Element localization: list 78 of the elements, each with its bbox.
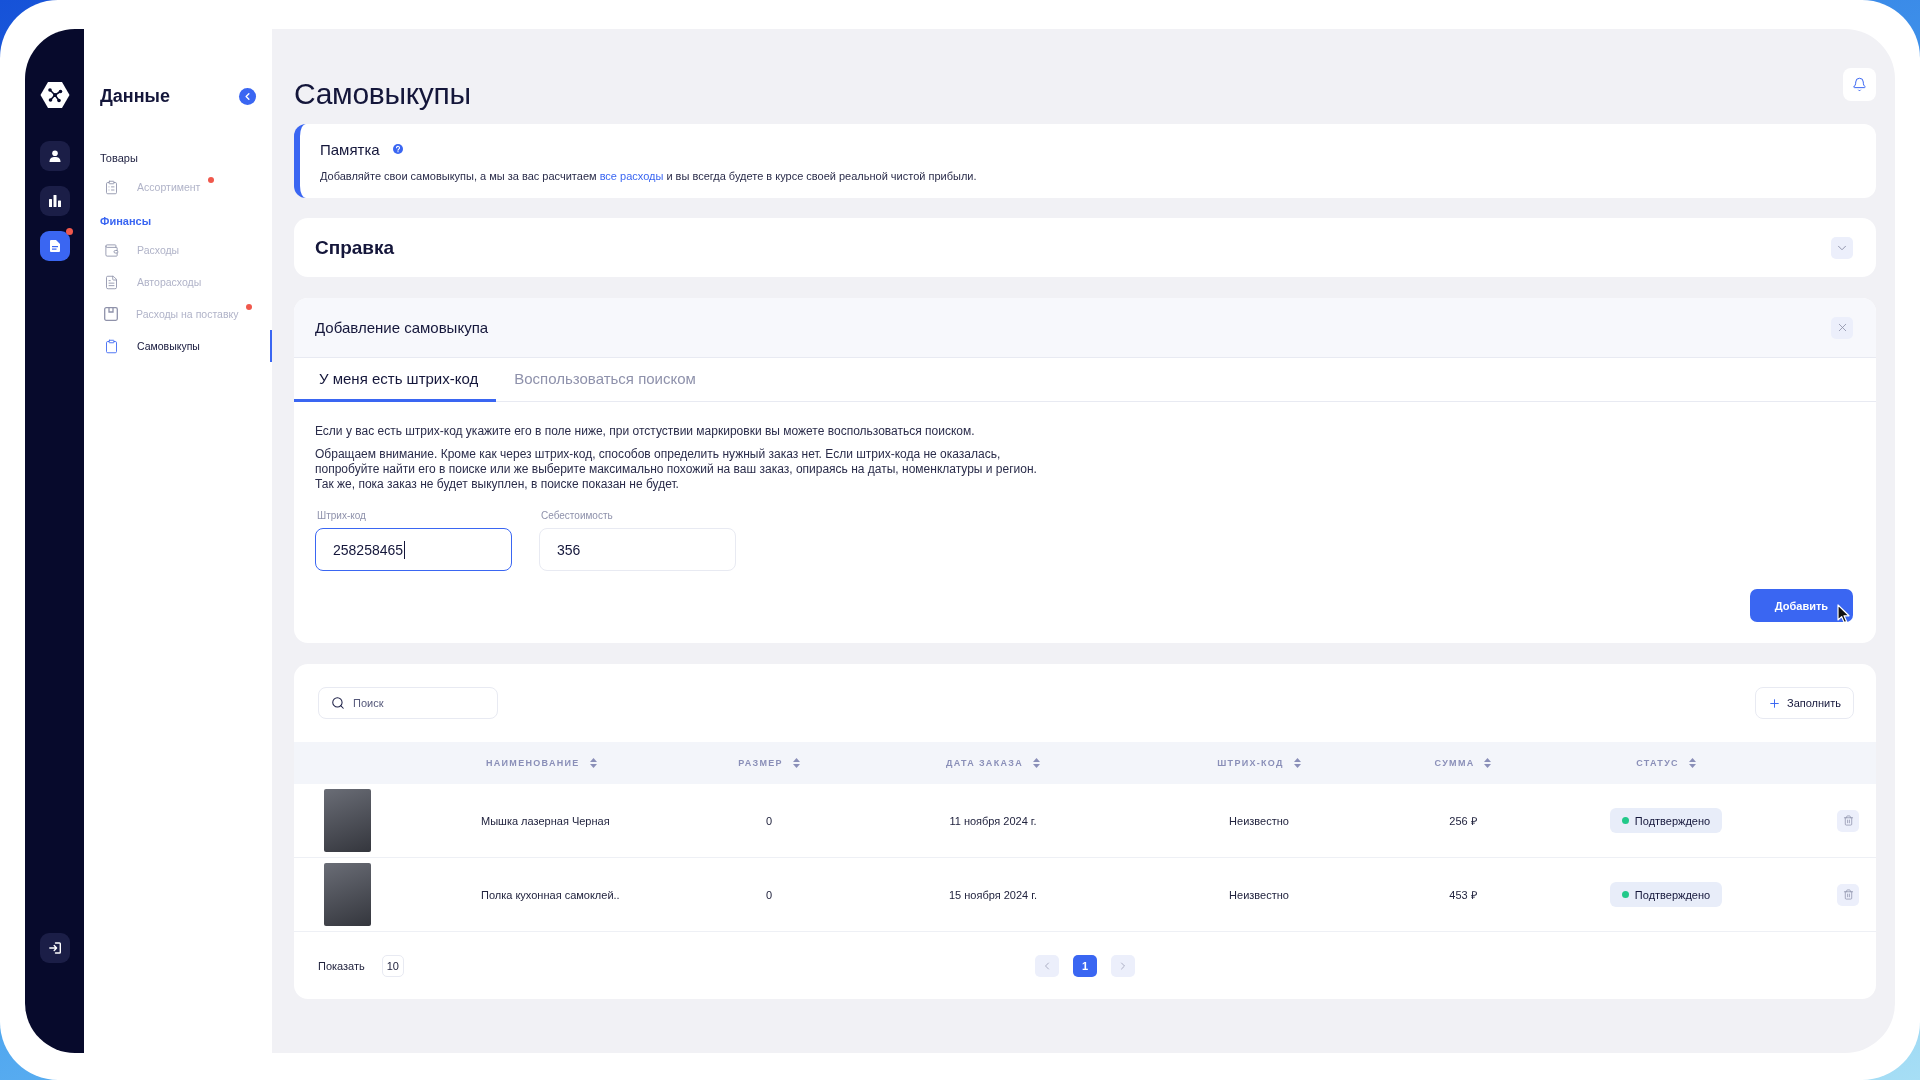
page-size-label: Показать bbox=[318, 959, 365, 972]
table-cell: Полка кухонная самоклей.. bbox=[481, 888, 620, 901]
table-cell: 11 ноября 2024 г. bbox=[949, 814, 1037, 827]
status-badge: Подтверждено bbox=[1609, 808, 1723, 833]
next-page-button[interactable] bbox=[1111, 954, 1135, 977]
trash-icon bbox=[1842, 889, 1854, 900]
sort-icon[interactable] bbox=[792, 758, 800, 768]
previous-page-button[interactable] bbox=[1035, 954, 1059, 977]
tab[interactable]: Воспользоваться поиском bbox=[496, 358, 714, 402]
column-header: РАЗМЕР bbox=[738, 758, 783, 768]
document-icon bbox=[104, 274, 119, 290]
status-badge: Подтверждено bbox=[1609, 882, 1723, 907]
rail-button[interactable] bbox=[39, 186, 70, 216]
logo-icon bbox=[39, 81, 70, 109]
search-icon bbox=[331, 696, 345, 710]
table-cell-text: 256 ₽ bbox=[1449, 814, 1477, 828]
column-header: СУММА bbox=[1434, 758, 1475, 768]
column-header: ШТРИХ-КОД bbox=[1217, 758, 1284, 768]
instruction-text: Обращаем внимание. Кроме как через штрих-код, способов определить нужный заказ нет. Если штрих-кода не оказалась, попробуйте найти его в поиске или же выберите максимально похожий на ваш заказ, опираясь на даты, номенклатуры и регион. Так же, пока заказ не будет выкуплен, в поиске показан не будет. bbox=[315, 447, 1037, 492]
fill-button[interactable]: Заполнить bbox=[1755, 687, 1854, 719]
collapse-button[interactable] bbox=[239, 87, 256, 105]
expenses-link[interactable]: все расходы bbox=[599, 170, 664, 182]
input-field[interactable]: 356 bbox=[539, 528, 736, 571]
sidebar-item[interactable]: Самовыкупы bbox=[84, 330, 272, 362]
column-header: ДАТА ЗАКАЗА bbox=[946, 758, 1023, 768]
table-cell: Неизвестно bbox=[1229, 888, 1289, 901]
photo-placeholder bbox=[324, 789, 371, 852]
trash-icon bbox=[1842, 815, 1854, 826]
column-header: СТАТУС bbox=[1636, 758, 1679, 768]
table-cell: 0 bbox=[765, 814, 773, 827]
page-title: Самовыкупы bbox=[294, 76, 471, 112]
sort-icon[interactable] bbox=[589, 758, 597, 768]
wallet-icon bbox=[104, 242, 119, 258]
photo-placeholder bbox=[324, 863, 371, 926]
delete-button[interactable] bbox=[1837, 883, 1859, 906]
close-button[interactable] bbox=[1831, 316, 1853, 339]
rail-button[interactable] bbox=[39, 231, 70, 261]
bell-icon bbox=[1852, 77, 1867, 92]
mouse-pointer-icon bbox=[1837, 604, 1851, 624]
login-icon bbox=[48, 942, 61, 954]
user-icon bbox=[48, 150, 61, 162]
card-title: Добавление самовыкупа bbox=[315, 319, 489, 336]
help-title: Справка bbox=[315, 236, 395, 259]
column-header: НАИМЕНОВАНИЕ bbox=[486, 758, 580, 768]
document-icon bbox=[49, 240, 60, 252]
bar-chart-icon bbox=[48, 195, 61, 207]
instruction-text: Если у вас есть штрих-код укажите его в поле ниже, при отстуствии маркировки вы можете воспользоваться поиском. bbox=[315, 424, 975, 439]
table-cell: Мышка лазерная Черная bbox=[481, 814, 610, 827]
sidebar-title: Данные bbox=[100, 85, 170, 108]
add-button[interactable]: Добавить bbox=[1750, 589, 1853, 622]
question-circle-icon[interactable] bbox=[392, 144, 403, 154]
login-button[interactable] bbox=[39, 933, 70, 963]
sort-icon[interactable] bbox=[1484, 758, 1492, 768]
tab[interactable]: У меня есть штрих-код bbox=[294, 358, 497, 402]
field-label: Себестоимость bbox=[540, 509, 613, 522]
section-label: Товары bbox=[99, 151, 139, 166]
sort-icon[interactable] bbox=[1033, 758, 1040, 768]
field-label: Штрих-код bbox=[316, 509, 366, 522]
search-field[interactable]: Поиск bbox=[318, 687, 498, 719]
delete-button[interactable] bbox=[1837, 809, 1859, 832]
rail-button[interactable] bbox=[39, 141, 70, 171]
sort-icon[interactable] bbox=[1688, 758, 1696, 768]
table-cell: Неизвестно bbox=[1229, 814, 1289, 827]
sort-icon[interactable] bbox=[1293, 758, 1301, 768]
notifications-button[interactable] bbox=[1843, 68, 1876, 101]
memo-text: Добавляйте свои самовыкупы, а мы за вас расчитаем все расходы и вы всегда будете в курсе своей реальной чистой прибыли. bbox=[320, 169, 977, 184]
section-label: Финансы bbox=[99, 214, 153, 229]
memo-title: Памятка bbox=[320, 140, 380, 158]
box-icon bbox=[104, 307, 118, 321]
clipboard-list-icon bbox=[104, 179, 119, 195]
input-field[interactable]: 258258465 bbox=[315, 528, 512, 571]
table-cell-text: 453 ₽ bbox=[1449, 888, 1477, 902]
table-cell: 0 bbox=[765, 888, 773, 901]
clipboard-icon bbox=[104, 338, 119, 354]
table-cell: 15 ноября 2024 г. bbox=[949, 888, 1037, 901]
page-size-select[interactable]: 10 bbox=[381, 954, 404, 977]
plus-icon bbox=[1768, 696, 1781, 710]
page-button[interactable]: 1 bbox=[1073, 954, 1097, 977]
